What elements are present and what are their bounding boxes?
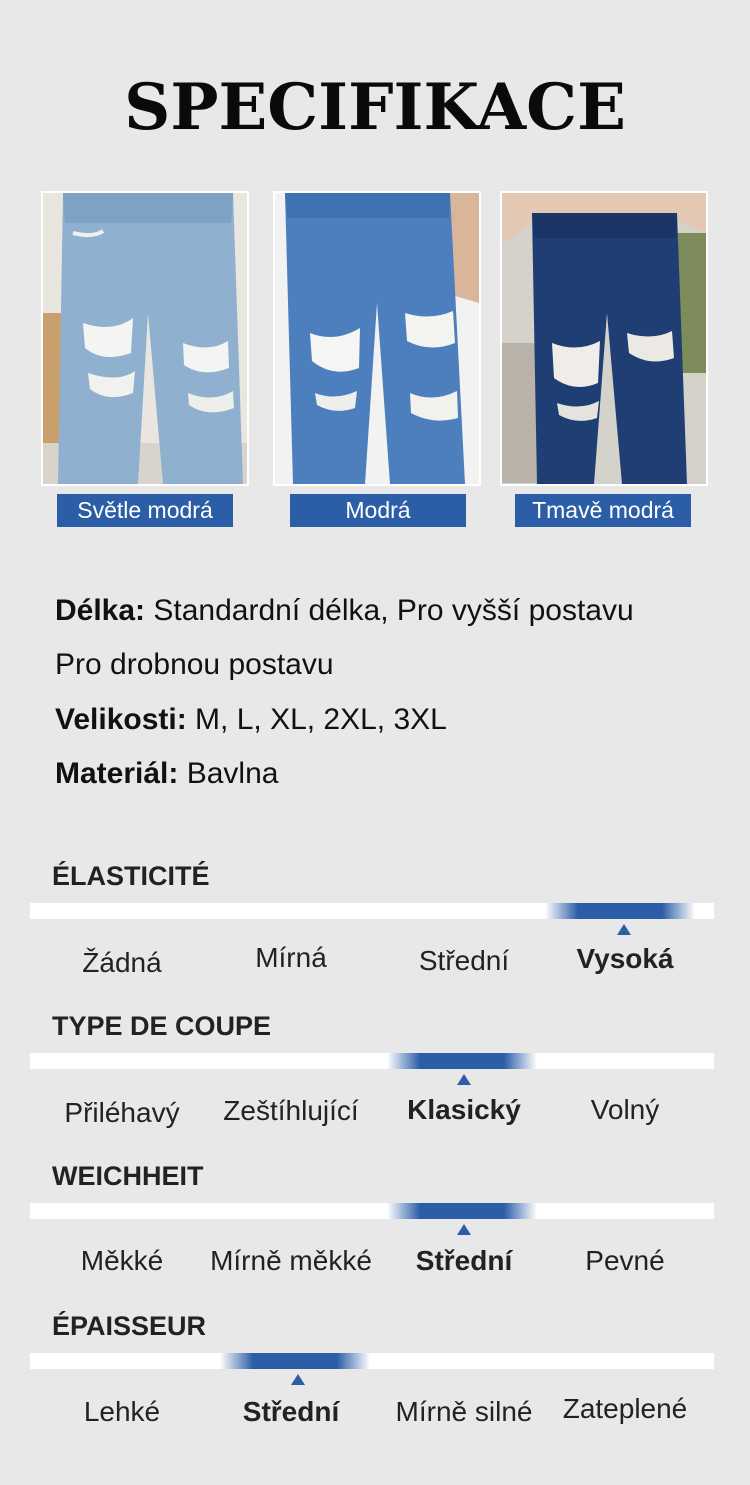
spec-material-value: Bavlna xyxy=(178,757,279,790)
spec-length-value: Standardní délka, Pro vyšší postavu xyxy=(145,594,634,627)
fit-option-2: Klasický xyxy=(407,1094,521,1125)
spec-material-label: Materiál: xyxy=(55,757,179,790)
fit-option-3: Volný xyxy=(590,1094,660,1125)
dark-blue-jeans-image xyxy=(500,191,708,486)
variant-label-blue[interactable]: Modrá xyxy=(290,494,466,527)
softness-option-2: Střední xyxy=(415,1245,513,1276)
elasticity-track xyxy=(30,903,714,919)
spec-material: Materiál: Bavlna xyxy=(55,757,278,791)
spec-sizes-value: M, L, XL, 2XL, 3XL xyxy=(186,703,447,736)
softness-marker-icon xyxy=(457,1224,471,1235)
spec-length-cont: Pro drobnou postavu xyxy=(55,648,334,681)
variant-label-dark-blue[interactable]: Tmavě modrá xyxy=(515,494,691,527)
softness-track xyxy=(30,1203,714,1219)
thickness-option-2: Mírně silné xyxy=(395,1396,533,1427)
variant-label-light-blue[interactable]: Světle modrá xyxy=(57,494,233,527)
softness-heading: WEICHHEIT xyxy=(52,1161,204,1191)
thickness-highlight xyxy=(220,1353,370,1369)
elasticity-option-0: Žádná xyxy=(82,947,162,978)
fit-highlight xyxy=(387,1053,537,1069)
fit-option-0: Přiléhavý xyxy=(64,1097,180,1128)
elasticity-heading: ÉLASTICITÉ xyxy=(52,861,210,891)
fit-track xyxy=(30,1053,714,1069)
softness-option-0: Měkké xyxy=(80,1245,164,1276)
elasticity-option-1: Mírná xyxy=(255,942,327,973)
softness-option-1: Mírně měkké xyxy=(210,1245,372,1276)
elasticity-option-3: Vysoká xyxy=(576,943,674,974)
spec-length: Délka: Standardní délka, Pro vyšší posta… xyxy=(55,594,634,628)
spec-length-label: Délka: xyxy=(55,594,146,627)
thickness-option-0: Lehké xyxy=(83,1396,161,1427)
blue-jeans-image xyxy=(273,191,481,486)
elasticity-option-2: Střední xyxy=(418,945,510,976)
page-title: SPECIFIKACE xyxy=(124,70,626,145)
elasticity-highlight xyxy=(545,903,695,919)
spec-sizes-label: Velikosti: xyxy=(55,703,187,736)
light-blue-jeans-image xyxy=(41,191,249,486)
thickness-track xyxy=(30,1353,714,1369)
elasticity-marker-icon xyxy=(617,924,631,935)
fit-heading: TYPE DE COUPE xyxy=(52,1011,272,1041)
softness-highlight xyxy=(387,1203,537,1219)
fit-marker-icon xyxy=(457,1074,471,1085)
thickness-marker-icon xyxy=(291,1374,305,1385)
fit-option-1: Zeštíhlující xyxy=(223,1095,359,1126)
thickness-heading: ÉPAISSEUR xyxy=(52,1311,207,1341)
thickness-option-1: Střední xyxy=(242,1396,340,1427)
spec-sizes: Velikosti: M, L, XL, 2XL, 3XL xyxy=(55,703,447,737)
softness-option-3: Pevné xyxy=(585,1245,665,1276)
thickness-option-3: Zateplené xyxy=(562,1393,688,1424)
